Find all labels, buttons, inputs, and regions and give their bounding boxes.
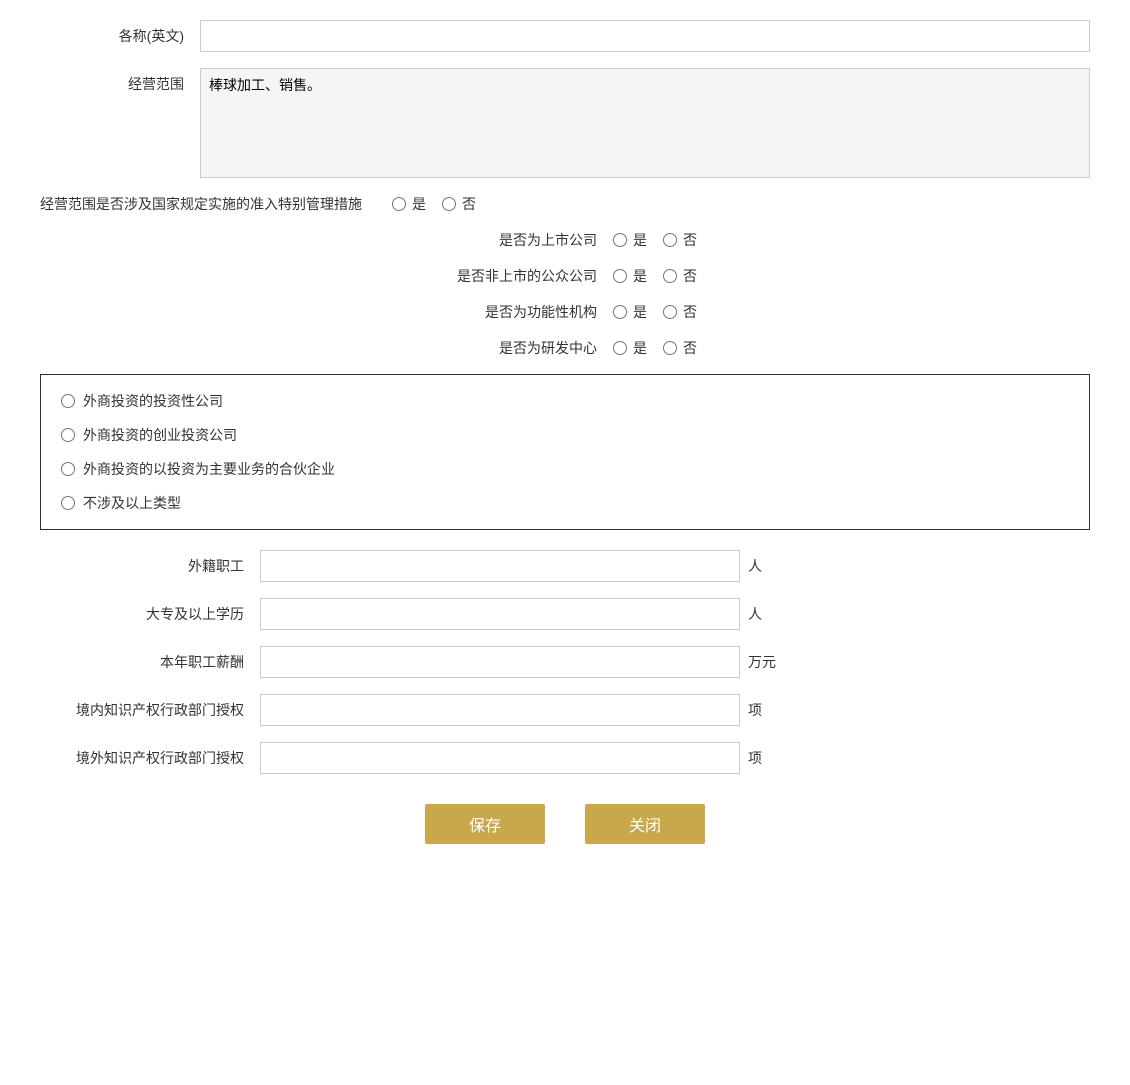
box-item-3[interactable]: 外商投资的以投资为主要业务的合伙企业 <box>61 459 1069 479</box>
rd-no-label[interactable]: 否 <box>683 338 697 358</box>
box-label-3[interactable]: 外商投资的以投资为主要业务的合伙企业 <box>83 459 335 479</box>
listed-company-radio-group: 是 否 <box>613 230 697 250</box>
non-listed-yes-label[interactable]: 是 <box>633 266 647 286</box>
special-mgmt-row: 经营范围是否涉及国家规定实施的准入特别管理措施 是 否 <box>40 194 1090 214</box>
special-mgmt-yes[interactable]: 是 <box>392 194 426 214</box>
functional-org-no-label[interactable]: 否 <box>683 302 697 322</box>
form-container: 各称(英文) 经营范围 棒球加工、销售。 经营范围是否涉及国家规定实施的准入特别… <box>40 20 1090 844</box>
listed-company-yes[interactable]: 是 <box>613 230 647 250</box>
special-mgmt-yes-label[interactable]: 是 <box>412 194 426 214</box>
box-radio-3[interactable] <box>61 462 75 476</box>
rd-center-label: 是否为研发中心 <box>433 338 613 358</box>
listed-no-label[interactable]: 否 <box>683 230 697 250</box>
box-radio-2[interactable] <box>61 428 75 442</box>
domestic-ip-label: 境内知识产权行政部门授权 <box>40 700 260 720</box>
functional-org-row: 是否为功能性机构 是 否 <box>40 302 1090 322</box>
functional-org-yes[interactable]: 是 <box>613 302 647 322</box>
box-item-4[interactable]: 不涉及以上类型 <box>61 493 1069 513</box>
foreign-staff-input[interactable] <box>260 550 740 582</box>
box-item-2[interactable]: 外商投资的创业投资公司 <box>61 425 1069 445</box>
business-scope-row: 经营范围 棒球加工、销售。 <box>40 68 1090 178</box>
button-area: 保存 关闭 <box>40 804 1090 844</box>
foreign-staff-label: 外籍职工 <box>40 556 260 576</box>
annual-salary-input[interactable] <box>260 646 740 678</box>
rd-center-row: 是否为研发中心 是 否 <box>40 338 1090 358</box>
overseas-ip-input[interactable] <box>260 742 740 774</box>
business-scope-textarea[interactable]: 棒球加工、销售。 <box>200 68 1090 178</box>
overseas-ip-unit: 项 <box>748 748 778 768</box>
domestic-ip-input[interactable] <box>260 694 740 726</box>
overseas-ip-row: 境外知识产权行政部门授权 项 <box>40 742 1090 774</box>
annual-salary-label: 本年职工薪酬 <box>40 652 260 672</box>
name-en-input[interactable] <box>200 20 1090 52</box>
box-label-1[interactable]: 外商投资的投资性公司 <box>83 391 223 411</box>
annual-salary-row: 本年职工薪酬 万元 <box>40 646 1090 678</box>
investment-type-box: 外商投资的投资性公司 外商投资的创业投资公司 外商投资的以投资为主要业务的合伙企… <box>40 374 1090 530</box>
foreign-staff-row: 外籍职工 人 <box>40 550 1090 582</box>
close-button[interactable]: 关闭 <box>585 804 705 844</box>
special-mgmt-label: 经营范围是否涉及国家规定实施的准入特别管理措施 <box>40 194 392 214</box>
rd-center-yes[interactable]: 是 <box>613 338 647 358</box>
business-scope-label: 经营范围 <box>40 68 200 94</box>
non-listed-public-radio-group: 是 否 <box>613 266 697 286</box>
non-listed-yes[interactable]: 是 <box>613 266 647 286</box>
non-listed-no-label[interactable]: 否 <box>683 266 697 286</box>
special-mgmt-radio-group: 是 否 <box>392 194 476 214</box>
functional-org-no[interactable]: 否 <box>663 302 697 322</box>
box-radio-4[interactable] <box>61 496 75 510</box>
domestic-ip-unit: 项 <box>748 700 778 720</box>
save-button[interactable]: 保存 <box>425 804 545 844</box>
special-mgmt-no[interactable]: 否 <box>442 194 476 214</box>
box-item-1[interactable]: 外商投资的投资性公司 <box>61 391 1069 411</box>
rd-center-radio-group: 是 否 <box>613 338 697 358</box>
listed-yes-label[interactable]: 是 <box>633 230 647 250</box>
box-radio-1[interactable] <box>61 394 75 408</box>
functional-org-label: 是否为功能性机构 <box>433 302 613 322</box>
listed-company-no[interactable]: 否 <box>663 230 697 250</box>
non-listed-public-row: 是否非上市的公众公司 是 否 <box>40 266 1090 286</box>
annual-salary-unit: 万元 <box>748 652 778 672</box>
overseas-ip-label: 境外知识产权行政部门授权 <box>40 748 260 768</box>
college-edu-input[interactable] <box>260 598 740 630</box>
domestic-ip-row: 境内知识产权行政部门授权 项 <box>40 694 1090 726</box>
listed-company-row: 是否为上市公司 是 否 <box>40 230 1090 250</box>
special-mgmt-no-label[interactable]: 否 <box>462 194 476 214</box>
box-label-4[interactable]: 不涉及以上类型 <box>83 493 181 513</box>
college-edu-label: 大专及以上学历 <box>40 604 260 624</box>
college-edu-row: 大专及以上学历 人 <box>40 598 1090 630</box>
college-edu-unit: 人 <box>748 604 778 624</box>
listed-company-label: 是否为上市公司 <box>433 230 613 250</box>
name-en-label: 各称(英文) <box>40 26 200 46</box>
box-label-2[interactable]: 外商投资的创业投资公司 <box>83 425 237 445</box>
functional-org-yes-label[interactable]: 是 <box>633 302 647 322</box>
rd-center-no[interactable]: 否 <box>663 338 697 358</box>
foreign-staff-unit: 人 <box>748 556 778 576</box>
rd-yes-label[interactable]: 是 <box>633 338 647 358</box>
functional-org-radio-group: 是 否 <box>613 302 697 322</box>
name-en-row: 各称(英文) <box>40 20 1090 52</box>
non-listed-public-label: 是否非上市的公众公司 <box>433 266 613 286</box>
non-listed-no[interactable]: 否 <box>663 266 697 286</box>
